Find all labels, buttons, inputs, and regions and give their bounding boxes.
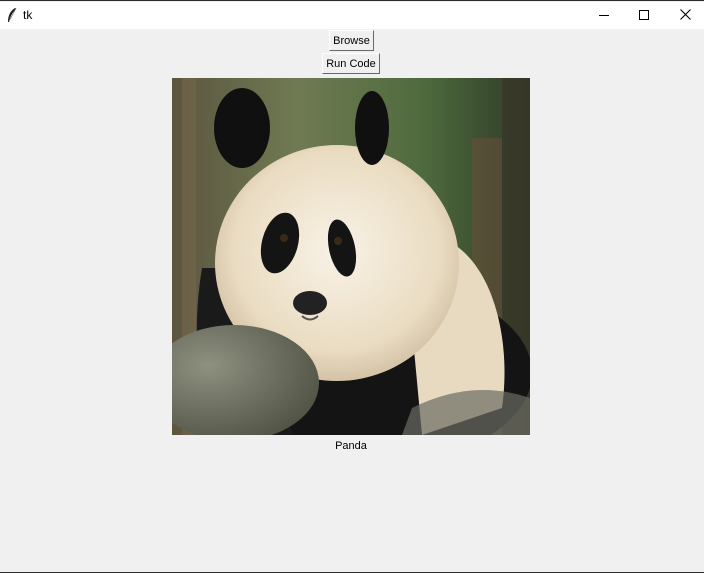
- maximize-icon: [639, 7, 649, 25]
- minimize-button[interactable]: [584, 2, 624, 29]
- app-window: tk Browse Run Code Panda: [0, 0, 704, 573]
- feather-icon: [6, 7, 18, 23]
- close-icon: [679, 7, 691, 25]
- maximize-button[interactable]: [624, 2, 664, 29]
- minimize-icon: [599, 7, 609, 25]
- browse-button[interactable]: Browse: [329, 30, 374, 51]
- close-button[interactable]: [665, 2, 704, 29]
- panda-image: [149, 78, 532, 468]
- window-title: tk: [23, 8, 33, 22]
- title-bar[interactable]: tk: [0, 2, 704, 29]
- image-caption: Panda: [335, 440, 367, 452]
- run-code-button[interactable]: Run Code: [322, 53, 380, 74]
